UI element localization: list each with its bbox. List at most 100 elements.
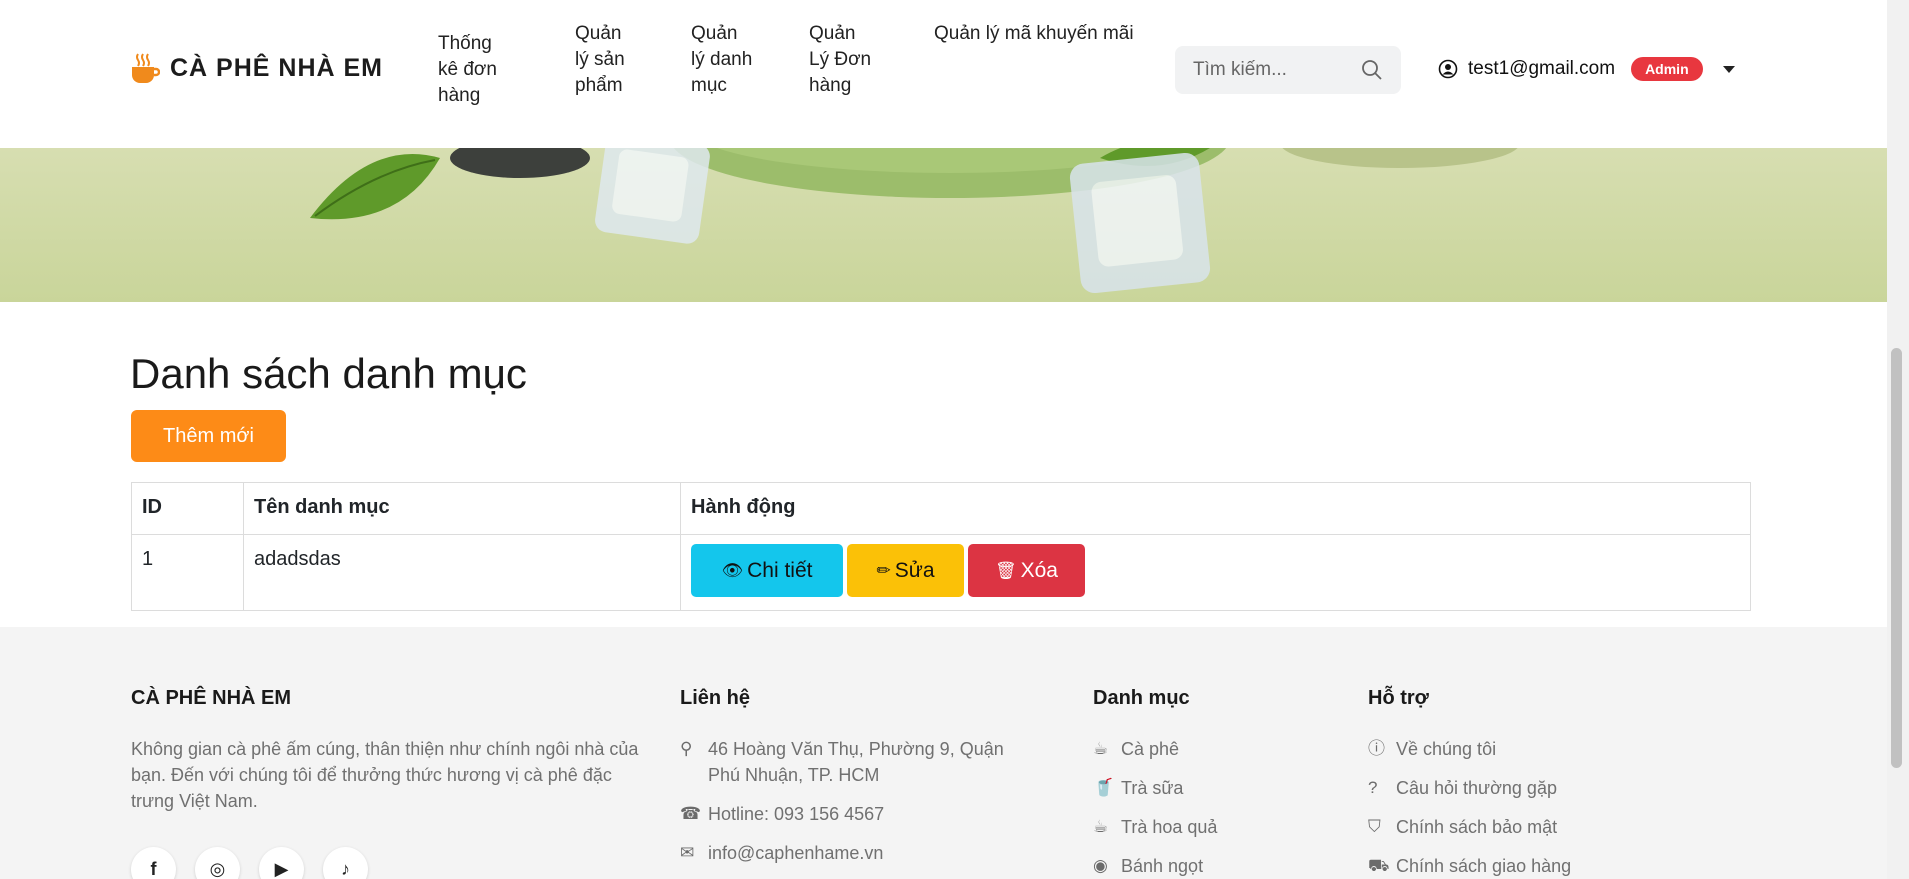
tiktok-icon[interactable]: ♪ — [323, 847, 368, 879]
edit-label: Sửa — [894, 558, 935, 582]
question-icon: ? — [1368, 778, 1378, 797]
delete-label: Xóa — [1020, 558, 1058, 582]
youtube-icon[interactable]: ▶ — [259, 847, 304, 879]
view-details-label: Chi tiết — [747, 558, 813, 582]
brand-name: CÀ PHÊ NHÀ EM — [170, 53, 384, 82]
contact-email-text: info@caphenhame.vn — [708, 843, 884, 863]
table-header-row: ID Tên danh mục Hành động — [131, 482, 1751, 535]
nav-line: hàng — [809, 75, 852, 96]
footer-category-link[interactable]: ◉ Bánh ngọt — [1093, 853, 1323, 879]
footer-category-label: Bánh ngọt — [1121, 856, 1204, 876]
footer-brand-title: CÀ PHÊ NHÀ EM — [131, 687, 292, 709]
phone-icon: ☎ — [680, 804, 702, 823]
contact-email[interactable]: ✉ info@caphenhame.vn — [680, 840, 1040, 866]
view-details-button[interactable]: 👁 Chi tiết — [691, 544, 843, 597]
nav-order-management[interactable]: Quản Lý Đơn hàng — [809, 21, 871, 99]
search-icon[interactable] — [1361, 59, 1383, 81]
footer-category-label: Trà hoa quả — [1121, 817, 1218, 837]
user-email: test1@gmail.com — [1468, 58, 1616, 79]
cell-id: 1 — [131, 534, 244, 611]
nav-promo-code-management[interactable]: Quản lý mã khuyến mãi — [934, 21, 1134, 47]
nav-line: kê đơn — [438, 59, 497, 80]
social-links: f ◎ ▶ ♪ — [131, 847, 368, 879]
nav-product-management[interactable]: Quản lý sản phẩm — [575, 21, 625, 99]
contact-address-text: 46 Hoàng Văn Thụ, Phường 9, Quận Phú Nhu… — [708, 739, 1004, 785]
footer-category-label: Cà phê — [1121, 739, 1180, 759]
truck-icon: ⛟ — [1368, 856, 1390, 875]
footer-support-link[interactable]: ? Câu hỏi thường gặp — [1368, 775, 1668, 801]
footer-contact-title: Liên hệ — [680, 687, 751, 709]
nav-line: Quản — [691, 23, 738, 44]
footer-support-label: Chính sách bảo mật — [1396, 817, 1558, 837]
footer-category-link[interactable]: 🥤 Trà sữa — [1093, 775, 1323, 801]
footer-support-label: Chính sách giao hàng — [1396, 856, 1572, 876]
contact-hotline: ☎ Hotline: 093 156 4567 — [680, 801, 1040, 827]
role-badge: Admin — [1631, 57, 1703, 81]
footer-categories-title: Danh mục — [1093, 687, 1190, 709]
cell-name: adadsdas — [243, 534, 681, 611]
nav-line: Lý Đơn — [809, 49, 872, 70]
instagram-icon[interactable]: ◎ — [195, 847, 240, 879]
fruit-tea-icon: ☕ — [1093, 817, 1109, 836]
user-circle-icon — [1438, 59, 1458, 79]
nav-line: Thống — [438, 33, 492, 54]
nav-category-management[interactable]: Quản lý danh mục — [691, 21, 752, 99]
footer-support-column: Hỗ trợ ⓘ Về chúng tôi ? Câu hỏi thường g… — [1368, 687, 1668, 879]
contact-hotline-text: Hotline: 093 156 4567 — [708, 804, 885, 824]
cell-actions: 👁 Chi tiết ✏ Sửa 🗑 Xóa — [680, 534, 1751, 611]
banner-illustration — [310, 148, 1518, 294]
shield-icon: ⛉ — [1368, 817, 1381, 836]
trash-icon: 🗑 — [995, 560, 1017, 580]
nav-line: Quản — [575, 23, 622, 44]
footer-support-title: Hỗ trợ — [1368, 687, 1429, 709]
nav-line: lý sản — [575, 49, 625, 70]
column-header-id: ID — [131, 482, 244, 535]
search-box — [1175, 46, 1401, 94]
scrollbar-thumb[interactable] — [1891, 348, 1902, 768]
column-header-name: Tên danh mục — [243, 482, 681, 535]
cake-icon: ◉ — [1093, 856, 1108, 875]
search-input[interactable] — [1193, 59, 1353, 81]
add-new-button[interactable]: Thêm mới — [131, 410, 286, 462]
page-title: Danh sách danh mục — [130, 350, 527, 397]
brand-logo[interactable]: CÀ PHÊ NHÀ EM — [130, 52, 383, 84]
category-table: ID Tên danh mục Hành động 1 adadsdas 👁 C… — [131, 482, 1751, 611]
map-pin-icon: ⚲ — [680, 739, 693, 758]
footer-category-link[interactable]: ☕ Trà hoa quả — [1093, 814, 1323, 840]
nav-line: Quản — [809, 23, 856, 44]
footer-brand-description: Không gian cà phê ấm cúng, thân thiện nh… — [131, 739, 639, 811]
nav-line: Quản lý mã khuyến mãi — [934, 23, 1134, 44]
table-row: 1 adadsdas 👁 Chi tiết ✏ Sửa 🗑 Xóa — [131, 534, 1751, 611]
footer-support-link[interactable]: ⛉ Chính sách bảo mật — [1368, 814, 1668, 840]
nav-order-statistics[interactable]: Thống kê đơn hàng — [438, 31, 497, 109]
delete-button[interactable]: 🗑 Xóa — [968, 544, 1085, 597]
footer-support-link[interactable]: ⓘ Về chúng tôi — [1368, 736, 1668, 762]
footer-contact-column: Liên hệ ⚲ 46 Hoàng Văn Thụ, Phường 9, Qu… — [680, 687, 1040, 879]
coffee-cup-icon — [132, 53, 160, 83]
footer-brand-column: CÀ PHÊ NHÀ EM Không gian cà phê ấm cúng,… — [131, 687, 641, 814]
footer-categories-column: Danh mục ☕ Cà phê 🥤 Trà sữa ☕ Trà hoa qu… — [1093, 687, 1323, 879]
contact-address: ⚲ 46 Hoàng Văn Thụ, Phường 9, Quận Phú N… — [680, 736, 1040, 788]
column-header-actions: Hành động — [680, 482, 1751, 535]
facebook-icon[interactable]: f — [131, 847, 176, 879]
pencil-icon: ✏ — [876, 560, 891, 580]
hero-banner-image — [0, 148, 1887, 302]
edit-button[interactable]: ✏ Sửa — [847, 544, 964, 597]
chevron-down-icon[interactable] — [1722, 65, 1735, 73]
footer-support-label: Câu hỏi thường gặp — [1396, 778, 1557, 798]
top-navbar: CÀ PHÊ NHÀ EM Thống kê đơn hàng Quản lý … — [0, 0, 1887, 148]
nav-line: lý danh — [691, 49, 753, 70]
footer-support-link[interactable]: ⛟ Chính sách giao hàng — [1368, 853, 1668, 879]
coffee-icon: ☕ — [1093, 739, 1109, 758]
nav-line: mục — [691, 75, 727, 96]
site-footer: CÀ PHÊ NHÀ EM Không gian cà phê ấm cúng,… — [0, 627, 1887, 879]
milk-tea-icon: 🥤 — [1093, 778, 1115, 797]
footer-category-link[interactable]: ☕ Cà phê — [1093, 736, 1323, 762]
nav-line: phẩm — [575, 75, 623, 96]
envelope-icon: ✉ — [680, 843, 695, 862]
info-icon: ⓘ — [1368, 739, 1385, 758]
user-menu[interactable]: test1@gmail.com Admin — [1438, 57, 1735, 81]
eye-icon: 👁 — [721, 560, 744, 580]
footer-category-label: Trà sữa — [1121, 778, 1184, 798]
footer-support-label: Về chúng tôi — [1396, 739, 1497, 759]
